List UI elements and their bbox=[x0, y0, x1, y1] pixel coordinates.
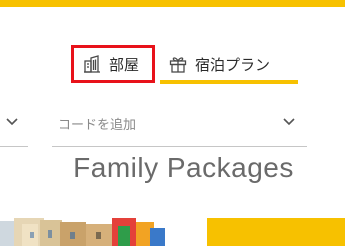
chevron-down-icon bbox=[283, 118, 295, 126]
gift-icon bbox=[169, 57, 187, 73]
package-photo[interactable] bbox=[0, 218, 165, 246]
chevron-down-icon bbox=[6, 118, 18, 126]
tab-rooms-label: 部屋 bbox=[109, 55, 140, 74]
add-code-select[interactable]: コードを追加 bbox=[52, 103, 307, 147]
left-select[interactable] bbox=[0, 103, 28, 147]
tab-plans-label: 宿泊プラン bbox=[195, 55, 271, 74]
building-icon bbox=[84, 55, 100, 73]
package-card-yellow[interactable] bbox=[207, 218, 345, 246]
add-code-placeholder: コードを追加 bbox=[58, 118, 137, 133]
resort-photo-image bbox=[0, 218, 165, 246]
active-tab-underline bbox=[160, 80, 298, 84]
top-accent-bar bbox=[0, 0, 345, 7]
section-heading: Family Packages bbox=[73, 152, 294, 183]
page: 部屋 宿泊プラン コードを追加 Family Packages bbox=[0, 0, 345, 246]
tab-plans[interactable]: 宿泊プラン bbox=[160, 45, 300, 83]
tab-rooms[interactable]: 部屋 bbox=[71, 45, 155, 83]
